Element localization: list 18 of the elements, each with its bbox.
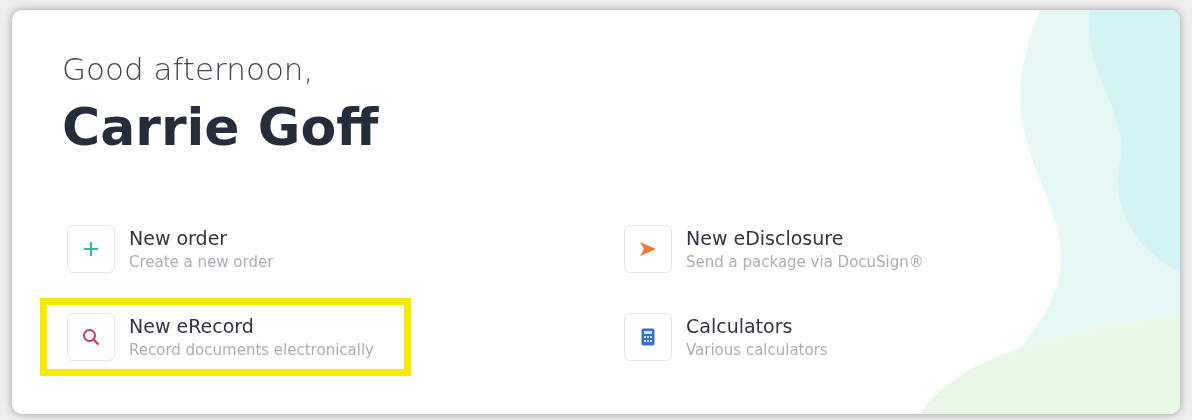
send-icon bbox=[639, 241, 657, 257]
user-name: Carrie Goff bbox=[62, 96, 380, 159]
greeting-text: Good afternoon, bbox=[62, 50, 315, 88]
action-item[interactable]: New eDisclosure Send a package via DocuSign® bbox=[597, 210, 961, 288]
action-subtitle: Send a package via DocuSign® bbox=[686, 253, 924, 271]
calculator-icon bbox=[641, 328, 655, 346]
action-subtitle: Create a new order bbox=[129, 253, 274, 271]
action-item[interactable]: New order Create a new order bbox=[40, 210, 311, 288]
action-item[interactable]: Calculators Various calculators bbox=[597, 298, 865, 376]
search-icon bbox=[82, 328, 100, 346]
plus-icon bbox=[83, 241, 99, 257]
action-subtitle: Various calculators bbox=[686, 341, 828, 359]
action-title: New eRecord bbox=[129, 315, 255, 337]
action-title: New order bbox=[129, 227, 229, 249]
action-title: New eDisclosure bbox=[686, 227, 845, 249]
action-subtitle: Record documents electronically bbox=[129, 341, 374, 359]
highlighted-action[interactable]: New eRecord Record documents electronically bbox=[40, 298, 411, 376]
action-title: Calculators bbox=[686, 315, 794, 337]
